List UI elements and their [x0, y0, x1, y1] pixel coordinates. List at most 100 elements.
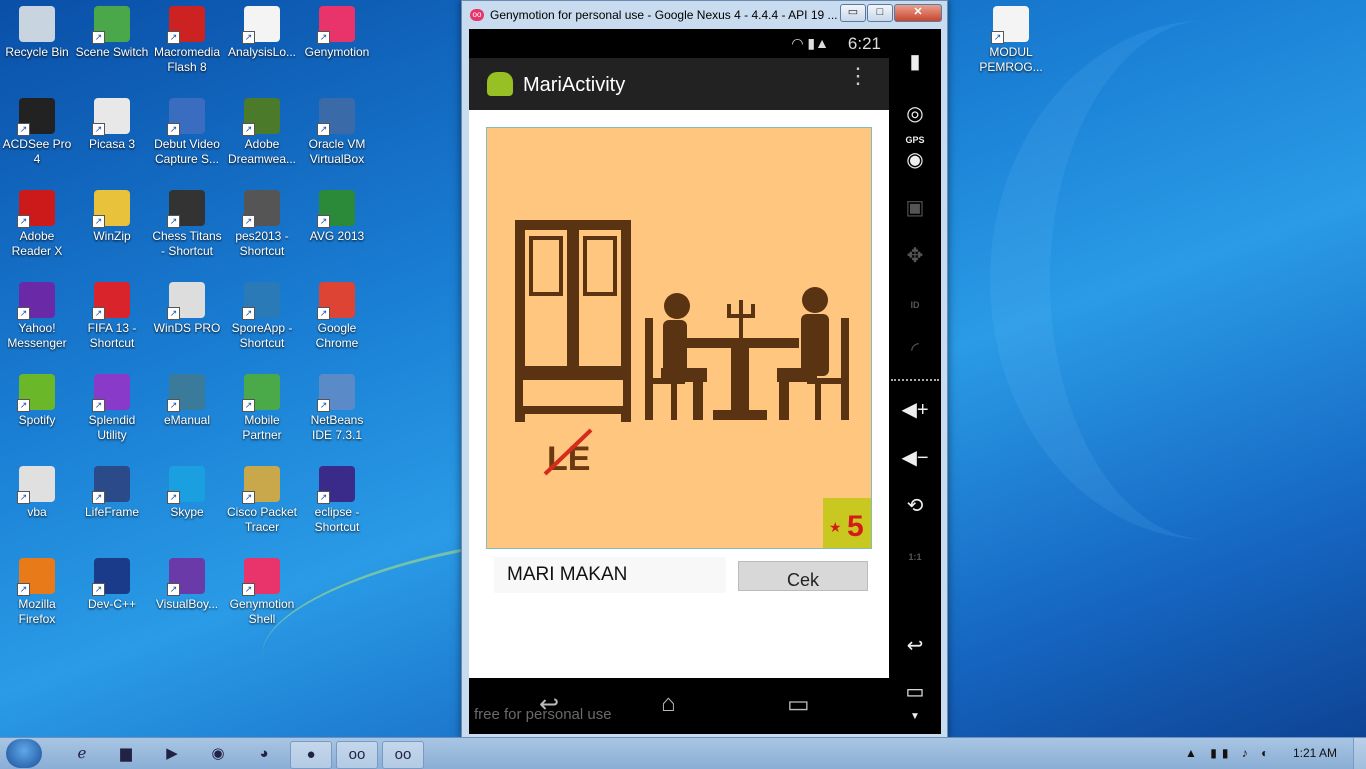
- shortcut-arrow-icon: ↗: [317, 123, 330, 136]
- shortcut-arrow-icon: ↗: [17, 123, 30, 136]
- desktop-icon[interactable]: ↗ Spotify: [0, 368, 74, 456]
- back-nav-icon[interactable]: ↩: [539, 690, 559, 719]
- rotate-icon[interactable]: ⟲: [889, 493, 941, 518]
- app-icon: ↗: [242, 374, 280, 412]
- action-bar: MariActivity ⋮: [469, 58, 889, 110]
- genymotion-player-taskbar-icon[interactable]: oo: [382, 741, 424, 769]
- app-icon: ↗: [242, 6, 280, 44]
- desktop-icon[interactable]: ↗ Chess Titans - Shortcut: [150, 184, 224, 272]
- device-id-icon[interactable]: ID: [889, 291, 941, 314]
- restore-button[interactable]: □: [867, 4, 893, 22]
- desktop-icon[interactable]: ↗ Mozilla Firefox: [0, 552, 74, 640]
- app-icon: ↗: [92, 98, 130, 136]
- check-button[interactable]: Cek: [738, 561, 868, 591]
- volume-up-icon[interactable]: ◀+: [889, 397, 941, 422]
- desktop-icon[interactable]: ↗ Genymotion Shell: [225, 552, 299, 640]
- app-icon: ↗: [317, 466, 355, 504]
- desktop-icon[interactable]: ↗ VisualBoy...: [150, 552, 224, 640]
- shortcut-arrow-icon: ↗: [242, 215, 255, 228]
- desktop-icon[interactable]: ↗ Genymotion: [300, 0, 374, 88]
- desktop-icon[interactable]: ↗ ACDSee Pro 4: [0, 92, 74, 180]
- desktop-icon[interactable]: ↗ eManual: [150, 368, 224, 456]
- media-player-icon[interactable]: ▶: [152, 741, 192, 767]
- desktop-icon-label: Mozilla Firefox: [18, 597, 56, 626]
- desktop-icon[interactable]: ↗ Debut Video Capture S...: [150, 92, 224, 180]
- app-icon: ↗: [242, 466, 280, 504]
- desktop-icon[interactable]: Recycle Bin: [0, 0, 74, 88]
- shortcut-arrow-icon: ↗: [317, 399, 330, 412]
- more-icon[interactable]: ▼: [889, 711, 941, 722]
- desktop-icon[interactable]: ↗ WinDS PRO: [150, 276, 224, 364]
- app-icon: ↗: [991, 6, 1029, 44]
- back-icon[interactable]: ↩: [889, 633, 941, 658]
- android-device: ◠ ▮▲ 6:21 MariActivity ⋮ LE ★ 5 MARI MAK…: [469, 29, 941, 734]
- desktop-icon[interactable]: ↗ Adobe Dreamwea...: [225, 92, 299, 180]
- desktop-icon[interactable]: ↗ Macromedia Flash 8: [150, 0, 224, 88]
- network-icon[interactable]: ◜: [889, 337, 941, 362]
- desktop-icon[interactable]: ↗ Scene Switch: [75, 0, 149, 88]
- desktop-icon-label: Adobe Dreamwea...: [227, 137, 297, 166]
- desktop-icon[interactable]: ↗ Splendid Utility: [75, 368, 149, 456]
- shortcut-arrow-icon: ↗: [242, 123, 255, 136]
- dpad-icon[interactable]: ✥: [889, 243, 941, 268]
- app-icon: [19, 6, 55, 42]
- desktop-icon[interactable]: ↗ MODUL PEMROG...: [974, 0, 1048, 88]
- recents-nav-icon[interactable]: ▭: [787, 690, 810, 719]
- desktop-icon-label: Splendid Utility: [88, 413, 136, 442]
- desktop-icon[interactable]: ↗ FIFA 13 - Shortcut: [75, 276, 149, 364]
- shortcut-arrow-icon: ↗: [17, 399, 30, 412]
- desktop-icon-label: Mobile Partner: [242, 413, 282, 442]
- minimize-button[interactable]: ▭: [840, 4, 866, 22]
- start-button[interactable]: [6, 739, 42, 768]
- capture-icon[interactable]: ▣: [889, 195, 941, 220]
- desktop-icon[interactable]: ↗ AVG 2013: [300, 184, 374, 272]
- answer-input[interactable]: MARI MAKAN: [507, 564, 627, 586]
- chrome-icon[interactable]: ◉: [198, 741, 238, 767]
- home-nav-icon[interactable]: ⌂: [661, 690, 676, 718]
- status-bar: ◠ ▮▲ 6:21: [469, 29, 889, 58]
- scale-icon[interactable]: 1:1: [889, 543, 941, 566]
- desktop-icon-label: Cisco Packet Tracer: [226, 505, 298, 534]
- webcam-icon[interactable]: ◉: [889, 147, 941, 172]
- desktop-icon[interactable]: ↗ Dev-C++: [75, 552, 149, 640]
- desktop-icon[interactable]: ↗ pes2013 - Shortcut: [225, 184, 299, 272]
- ie-icon[interactable]: ℯ: [62, 741, 102, 767]
- overflow-menu-icon[interactable]: ⋮: [847, 65, 869, 98]
- desktop-icon[interactable]: ↗ Mobile Partner: [225, 368, 299, 456]
- battery-icon[interactable]: ▮: [889, 49, 941, 74]
- desktop-icon[interactable]: ↗ eclipse - Shortcut: [300, 460, 374, 548]
- desktop-icon[interactable]: ↗ Adobe Reader X: [0, 184, 74, 272]
- desktop-icon[interactable]: ↗ Picasa 3: [75, 92, 149, 180]
- desktop-icon[interactable]: ↗ WinZip: [75, 184, 149, 272]
- explorer-icon[interactable]: ▆: [106, 741, 146, 767]
- recents-icon[interactable]: ▭: [889, 679, 941, 704]
- shortcut-arrow-icon: ↗: [242, 491, 255, 504]
- desktop-icon[interactable]: ↗ LifeFrame: [75, 460, 149, 548]
- app-icon: ↗: [242, 190, 280, 228]
- desktop-icon[interactable]: ↗ vba: [0, 460, 74, 548]
- app-icon: ↗: [92, 558, 130, 596]
- gps-icon[interactable]: ◎ GPS: [889, 101, 941, 149]
- desktop-icon[interactable]: ↗ AnalysisLo...: [225, 0, 299, 88]
- desktop-icon-label: Adobe Reader X: [11, 229, 63, 258]
- show-desktop-button[interactable]: [1353, 738, 1366, 769]
- desktop-icon[interactable]: ↗ NetBeans IDE 7.3.1: [300, 368, 374, 456]
- taskbar: ℯ ▆ ▶ ◉ ◕ ● oo oo ▲ ▮▮ ♪ ◐ 1:21 AM: [0, 737, 1366, 769]
- android-studio-icon[interactable]: ●: [290, 741, 332, 769]
- firefox-icon[interactable]: ◕: [244, 741, 284, 767]
- desktop-icon[interactable]: ↗ Cisco Packet Tracer: [225, 460, 299, 548]
- desktop-icon[interactable]: ↗ Yahoo! Messenger: [0, 276, 74, 364]
- genymotion-taskbar-icon[interactable]: oo: [336, 741, 378, 769]
- desktop-icon[interactable]: ↗ Google Chrome: [300, 276, 374, 364]
- desktop-icon[interactable]: ↗ Skype: [150, 460, 224, 548]
- close-button[interactable]: ✕: [894, 4, 942, 22]
- volume-down-icon[interactable]: ◀−: [889, 445, 941, 470]
- app-icon: ↗: [167, 282, 205, 320]
- shortcut-arrow-icon: ↗: [242, 583, 255, 596]
- window-titlebar[interactable]: oo Genymotion for personal use - Google …: [462, 1, 947, 29]
- desktop-icon[interactable]: ↗ Oracle VM VirtualBox: [300, 92, 374, 180]
- system-tray[interactable]: ▲ ▮▮ ♪ ◐: [1185, 746, 1273, 760]
- desktop-icon-label: Chess Titans - Shortcut: [152, 229, 222, 258]
- desktop-icon[interactable]: ↗ SporeApp - Shortcut: [225, 276, 299, 364]
- clock[interactable]: 1:21 AM: [1293, 746, 1337, 760]
